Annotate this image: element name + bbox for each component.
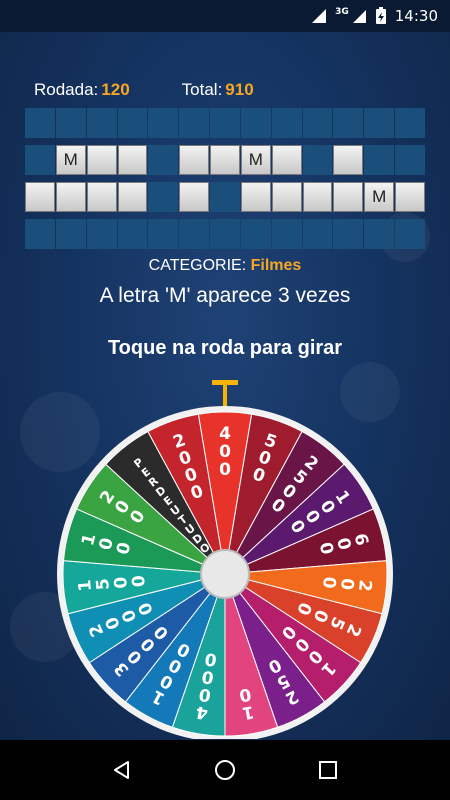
wifi-signal-icon xyxy=(312,9,327,23)
wheel-segment-label: 400 xyxy=(219,424,231,480)
navigation-bar xyxy=(0,740,450,800)
board-hidden-tile xyxy=(271,145,302,175)
category-line: CATEGORIE: Filmes xyxy=(0,257,450,275)
board-empty-cell xyxy=(271,108,302,138)
back-button[interactable] xyxy=(102,750,142,790)
wheel-label-char: 0 xyxy=(219,442,231,462)
board-hidden-tile xyxy=(179,145,210,175)
board-empty-cell xyxy=(210,219,240,249)
round-label: Rodada: xyxy=(34,80,99,99)
wheel-label-char: 0 xyxy=(318,576,339,590)
board-hidden-tile xyxy=(302,182,333,212)
board-empty-cell xyxy=(302,145,333,175)
board-empty-cell xyxy=(25,219,55,249)
board-revealed-tile: M xyxy=(364,182,395,212)
board-empty-cell xyxy=(179,108,210,138)
board-hidden-tile xyxy=(333,145,364,175)
board-hidden-tile xyxy=(117,145,148,175)
board-hidden-tile xyxy=(271,182,302,212)
board-empty-cell xyxy=(86,219,117,249)
board-empty-cell xyxy=(395,145,425,175)
board-empty-cell xyxy=(302,108,333,138)
board-hidden-tile xyxy=(25,182,55,212)
total-label: Total: xyxy=(181,80,223,99)
board-empty-cell xyxy=(395,219,425,249)
wheel-hub[interactable] xyxy=(200,549,250,599)
board-hidden-tile xyxy=(333,182,364,212)
spin-prompt: Toque na roda para girar xyxy=(107,337,343,359)
board-empty-cell xyxy=(240,219,271,249)
recents-icon xyxy=(319,761,338,779)
status-bar: 3G 14:30 xyxy=(0,0,450,32)
round-value: 120 xyxy=(101,80,130,99)
board-empty-cell xyxy=(148,108,179,138)
board-revealed-tile: M xyxy=(240,145,271,175)
board-hidden-tile xyxy=(240,182,271,212)
board-revealed-tile: M xyxy=(55,145,86,175)
result-message: A letra 'M' aparece 3 vezes xyxy=(99,284,351,307)
board-empty-cell xyxy=(364,145,395,175)
clock: 14:30 xyxy=(394,7,438,25)
board-row: MM xyxy=(25,145,425,175)
board-empty-cell xyxy=(210,182,240,212)
board-empty-cell xyxy=(86,108,117,138)
board-empty-cell xyxy=(55,219,86,249)
score-row: Rodada: 120 Total: 910 xyxy=(34,80,420,100)
board-row: M xyxy=(25,182,425,212)
board-empty-cell xyxy=(117,219,148,249)
battery-charging-icon xyxy=(375,7,386,24)
board-hidden-tile xyxy=(395,182,425,212)
board-row xyxy=(25,219,425,249)
total-score: Total: 910 xyxy=(182,80,254,100)
board-empty-cell xyxy=(117,108,148,138)
board-hidden-tile xyxy=(86,182,117,212)
board-empty-cell xyxy=(302,219,333,249)
board-empty-cell xyxy=(210,108,240,138)
board-hidden-tile xyxy=(117,182,148,212)
board-empty-cell xyxy=(240,108,271,138)
board-hidden-tile xyxy=(179,182,210,212)
total-value: 910 xyxy=(225,80,254,99)
board-empty-cell xyxy=(148,182,179,212)
board-empty-cell xyxy=(364,108,395,138)
puzzle-board: MMM xyxy=(25,108,425,256)
game-stage: Rodada: 120 Total: 910 MMM CATEGORIE: Fi… xyxy=(0,32,450,740)
board-empty-cell xyxy=(395,108,425,138)
board-empty-cell xyxy=(25,145,55,175)
board-empty-cell xyxy=(179,219,210,249)
board-empty-cell xyxy=(333,108,364,138)
home-button[interactable] xyxy=(205,750,245,790)
board-empty-cell xyxy=(271,219,302,249)
wheel-pointer xyxy=(212,380,238,406)
prize-wheel[interactable]: 4005002500 100060020025001000250104000100… xyxy=(50,374,400,740)
network-type: 3G xyxy=(335,7,349,17)
cell-signal-icon xyxy=(352,10,366,23)
recents-button[interactable] xyxy=(308,750,348,790)
board-hidden-tile xyxy=(86,145,117,175)
board-row xyxy=(25,108,425,138)
category-value: Filmes xyxy=(250,257,302,274)
round-score: Rodada: 120 xyxy=(34,80,130,100)
board-hidden-tile xyxy=(55,182,86,212)
board-hidden-tile xyxy=(210,145,240,175)
board-empty-cell xyxy=(148,145,179,175)
board-empty-cell xyxy=(55,108,86,138)
wheel-label-char: 4 xyxy=(219,424,231,444)
prize-wheel-container[interactable]: 4005002500100060020025001000250104000100… xyxy=(50,374,400,740)
board-empty-cell xyxy=(364,219,395,249)
home-icon xyxy=(214,760,235,780)
board-empty-cell xyxy=(148,219,179,249)
wheel-label-char: 0 xyxy=(219,460,231,480)
back-icon xyxy=(113,761,129,779)
board-empty-cell xyxy=(333,219,364,249)
wheel-label-char: 0 xyxy=(129,574,150,588)
board-empty-cell xyxy=(25,108,55,138)
category-label: CATEGORIE: xyxy=(148,257,247,274)
